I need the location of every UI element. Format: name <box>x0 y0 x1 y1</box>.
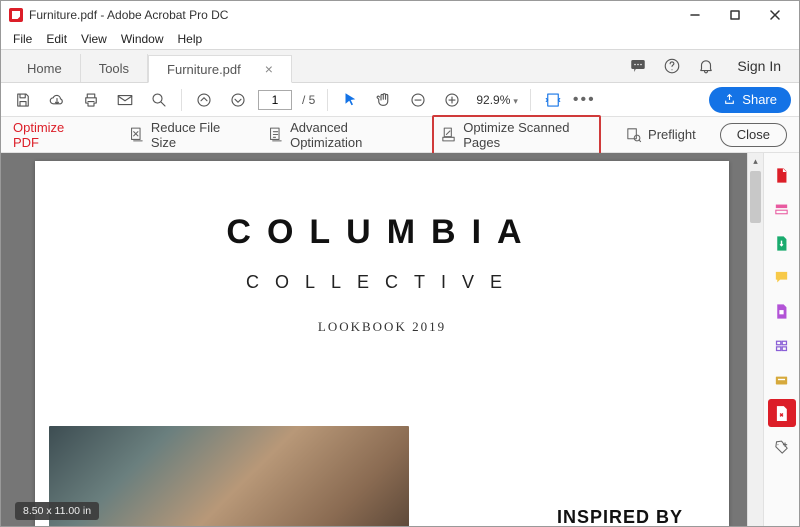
save-icon[interactable] <box>9 86 37 114</box>
page-total-label: / 5 <box>298 93 319 107</box>
rail-export-icon[interactable] <box>768 229 796 257</box>
fit-width-icon[interactable] <box>539 86 567 114</box>
tab-tools-label: Tools <box>99 61 129 76</box>
menu-view[interactable]: View <box>75 30 113 48</box>
right-tool-rail <box>763 153 799 526</box>
scroll-up-icon[interactable]: ▴ <box>748 153 763 169</box>
optimize-title: Optimize PDF <box>13 120 86 150</box>
share-button[interactable]: Share <box>709 87 791 113</box>
advanced-icon <box>267 126 284 143</box>
scanner-icon <box>440 126 457 143</box>
advanced-optimization-label: Advanced Optimization <box>290 120 408 150</box>
page-down-icon[interactable] <box>224 86 252 114</box>
close-tab-icon[interactable]: × <box>265 61 273 77</box>
doc-subheading: COLLECTIVE <box>35 272 729 293</box>
document-viewport[interactable]: COLUMBIA COLLECTIVE LOOKBOOK 2019 INSPIR… <box>1 153 763 526</box>
more-tools-icon[interactable]: ••• <box>573 91 596 109</box>
window-title: Furniture.pdf - Adobe Acrobat Pro DC <box>29 8 675 22</box>
doc-subtitle: LOOKBOOK 2019 <box>35 319 729 335</box>
app-icon <box>9 8 23 22</box>
optimize-scanned-pages-label: Optimize Scanned Pages <box>463 120 593 150</box>
vertical-scrollbar[interactable]: ▴ <box>747 153 763 526</box>
rail-stamp-icon[interactable] <box>768 331 796 359</box>
main-toolbar: / 5 92.9% ••• Share <box>1 83 799 117</box>
rail-comment-icon[interactable] <box>768 263 796 291</box>
page-dimensions-badge: 8.50 x 11.00 in <box>15 502 99 520</box>
hand-pan-icon[interactable] <box>370 86 398 114</box>
rail-protect-icon[interactable] <box>768 365 796 393</box>
help-icon[interactable] <box>663 57 681 75</box>
doc-photo <box>49 426 409 526</box>
tabstrip: Home Tools Furniture.pdf × Sign In <box>1 49 799 83</box>
minimize-button[interactable] <box>675 1 715 29</box>
tab-document[interactable]: Furniture.pdf × <box>148 55 292 83</box>
rail-create-pdf-icon[interactable] <box>768 161 796 189</box>
rail-organize-icon[interactable] <box>768 297 796 325</box>
page-number-input[interactable] <box>258 90 292 110</box>
share-button-label: Share <box>742 92 777 107</box>
scrollbar-thumb[interactable] <box>750 171 761 223</box>
tab-document-label: Furniture.pdf <box>167 62 241 77</box>
menubar: File Edit View Window Help <box>1 29 799 49</box>
preflight-label: Preflight <box>648 127 696 142</box>
zoom-in-icon[interactable] <box>438 86 466 114</box>
reduce-file-size-button[interactable]: Reduce File Size <box>122 117 243 153</box>
rail-more-tools-icon[interactable] <box>768 433 796 461</box>
preflight-icon <box>625 126 642 143</box>
tab-tools[interactable]: Tools <box>81 54 148 82</box>
menu-help[interactable]: Help <box>172 30 209 48</box>
preflight-button[interactable]: Preflight <box>619 123 702 146</box>
select-cursor-icon[interactable] <box>336 86 364 114</box>
cloud-icon[interactable] <box>43 86 71 114</box>
close-optimize-button[interactable]: Close <box>720 123 787 147</box>
menu-window[interactable]: Window <box>115 30 170 48</box>
search-icon[interactable] <box>145 86 173 114</box>
reduce-file-icon <box>128 126 145 143</box>
titlebar: Furniture.pdf - Adobe Acrobat Pro DC <box>1 1 799 29</box>
advanced-optimization-button[interactable]: Advanced Optimization <box>261 117 414 153</box>
tab-home[interactable]: Home <box>9 54 81 82</box>
mail-icon[interactable] <box>111 86 139 114</box>
zoom-out-icon[interactable] <box>404 86 432 114</box>
page-up-icon[interactable] <box>190 86 218 114</box>
maximize-button[interactable] <box>715 1 755 29</box>
optimize-toolbar: Optimize PDF Reduce File Size Advanced O… <box>1 117 799 153</box>
tabstrip-right-controls: Sign In <box>629 50 791 82</box>
rail-optimize-icon[interactable] <box>768 399 796 427</box>
tab-home-label: Home <box>27 61 62 76</box>
comment-bubble-icon[interactable] <box>629 57 647 75</box>
rail-combine-icon[interactable] <box>768 195 796 223</box>
pdf-page: COLUMBIA COLLECTIVE LOOKBOOK 2019 INSPIR… <box>35 161 729 526</box>
close-window-button[interactable] <box>755 1 795 29</box>
bell-icon[interactable] <box>697 57 715 75</box>
doc-heading: COLUMBIA <box>35 213 729 252</box>
reduce-file-size-label: Reduce File Size <box>151 120 237 150</box>
doc-inspired-label: INSPIRED BY <box>557 507 683 526</box>
optimize-scanned-pages-button[interactable]: Optimize Scanned Pages <box>432 115 601 155</box>
menu-edit[interactable]: Edit <box>40 30 73 48</box>
zoom-dropdown[interactable]: 92.9% <box>472 91 522 109</box>
menu-file[interactable]: File <box>7 30 38 48</box>
print-icon[interactable] <box>77 86 105 114</box>
sign-in-link[interactable]: Sign In <box>737 58 781 74</box>
